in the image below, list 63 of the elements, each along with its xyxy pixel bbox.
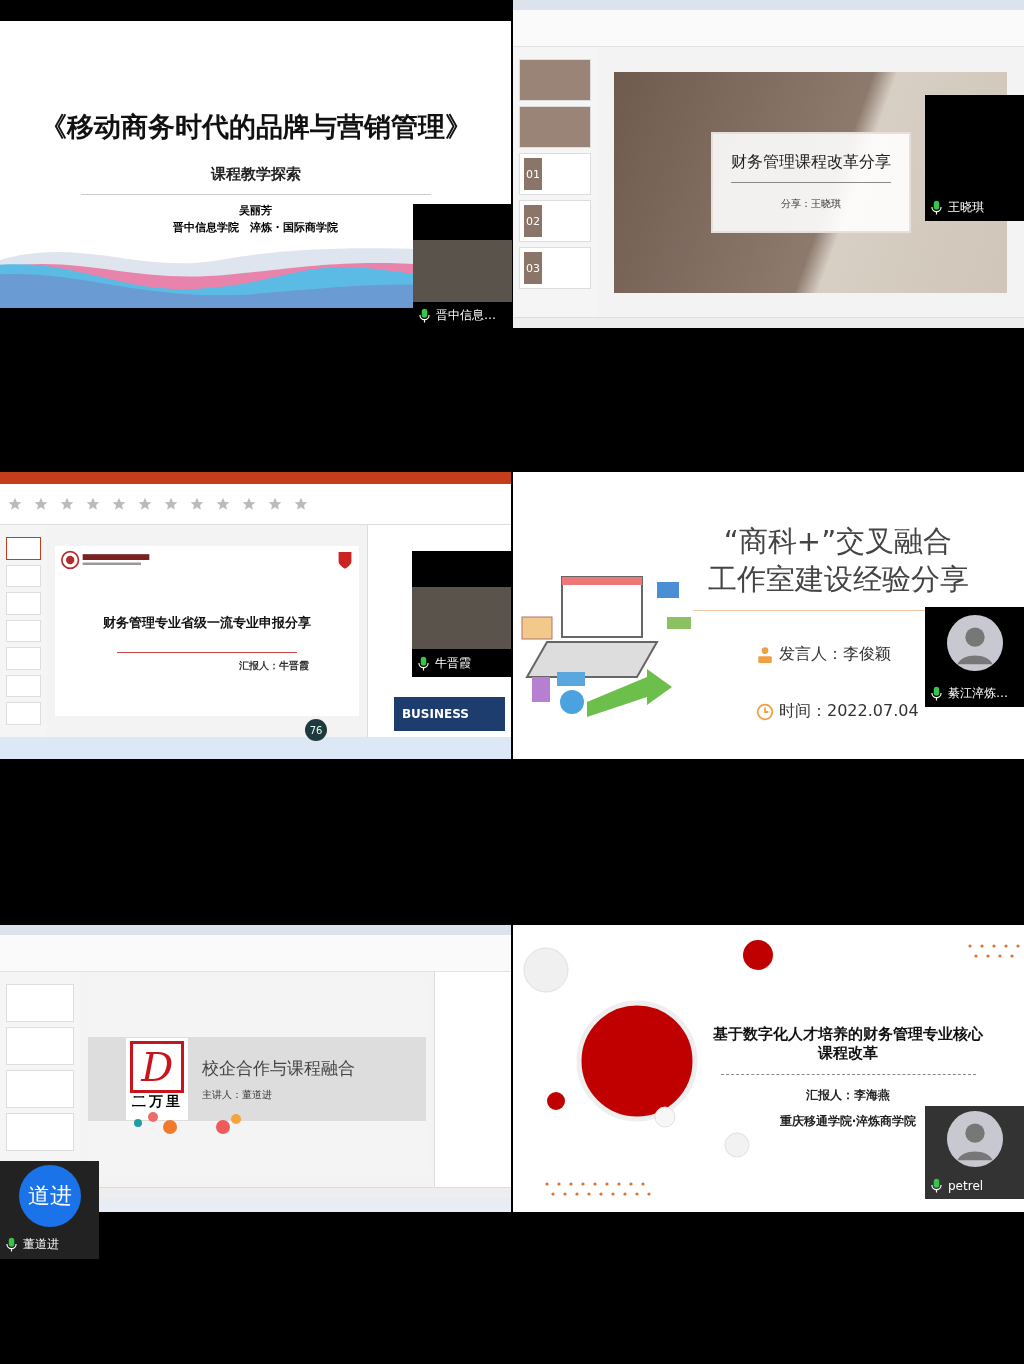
star-icon[interactable] <box>216 497 230 511</box>
star-icon[interactable] <box>34 497 48 511</box>
participant-name: 董道进 <box>23 1236 59 1253</box>
participant-name: 綦江淬炼… <box>948 684 1008 702</box>
microphone-icon <box>931 1178 942 1193</box>
template-thumbnail[interactable]: BUSINESS <box>393 697 505 731</box>
participant-tile[interactable]: petrel <box>925 1105 1024 1199</box>
speed-badge: 76 <box>305 719 327 741</box>
slide-number: 03 <box>524 252 542 284</box>
microphone-icon <box>419 308 430 323</box>
affiliation: 晋中信息学院 淬炼 · 国际商学院 <box>172 219 339 235</box>
affiliation: 重庆移通学院·淬炼商学院 <box>779 1112 917 1130</box>
slide-title: 财务管理专业省级一流专业申报分享 <box>102 614 311 632</box>
initials-avatar: 道进 <box>18 1164 81 1227</box>
slide-thumbnail[interactable]: 02 <box>519 200 591 242</box>
slide-number: 02 <box>524 205 542 237</box>
slide-title: 《移动商务时代的品牌与营销管理》 <box>39 109 472 144</box>
author-name: 吴丽芳 <box>239 202 272 218</box>
star-icon[interactable] <box>86 497 100 511</box>
participant-tile[interactable]: 王晓琪 <box>925 95 1024 221</box>
slide-thumbnail[interactable]: 03 <box>519 247 591 289</box>
date-text: 时间：2022.07.04 <box>779 701 919 722</box>
logo-letter: D <box>130 1041 185 1093</box>
presenter-name: 汇报人：牛晋霞 <box>238 659 309 673</box>
slide-title: 校企合作与课程融合 <box>202 1056 356 1080</box>
participant-name: petrel <box>948 1178 984 1193</box>
presenter-name: 主讲人：董道进 <box>202 1087 274 1102</box>
slide-title: 财务管理课程改革分享 <box>730 151 891 173</box>
shield-icon <box>336 550 353 570</box>
participant-tile[interactable]: 綦江淬炼… <box>925 607 1024 707</box>
microphone-icon <box>418 655 429 671</box>
presenter-name: 汇报人：李海燕 <box>806 1086 890 1104</box>
logo-text: 二万里 <box>131 1093 183 1111</box>
slide-number: 01 <box>524 158 542 190</box>
star-icon[interactable] <box>8 497 22 511</box>
slide-title: 基于数字化人才培养的财务管理专业核心课程改革 <box>713 1024 983 1063</box>
star-icon[interactable] <box>112 497 126 511</box>
star-icon[interactable] <box>268 497 282 511</box>
star-icon[interactable] <box>190 497 204 511</box>
participant-name: 晋中信息… <box>436 307 496 324</box>
presenter-name: 分享：王晓琪 <box>780 196 841 211</box>
speaker-name: 发言人：李俊颖 <box>779 644 891 665</box>
star-icon[interactable] <box>60 497 74 511</box>
star-icon[interactable] <box>164 497 178 511</box>
participant-tile[interactable]: 牛晋霞 <box>412 551 511 677</box>
slide-thumbnail[interactable] <box>6 537 41 560</box>
avatar-icon <box>945 614 1004 672</box>
slide-subtitle: 课程教学探索 <box>210 164 301 184</box>
avatar-icon <box>945 1110 1004 1168</box>
speaker-icon <box>756 645 774 664</box>
star-icon[interactable] <box>294 497 308 511</box>
participant-tile[interactable]: 道进 董道进 <box>0 1160 99 1259</box>
star-icon[interactable] <box>242 497 256 511</box>
slide-title: 工作室建设经验分享 <box>707 561 969 598</box>
slide-thumbnail[interactable]: 01 <box>519 153 591 195</box>
clock-icon <box>756 702 774 721</box>
slide-title: “商科+”交叉融合 <box>723 523 953 560</box>
microphone-icon <box>6 1237 17 1252</box>
participant-name: 牛晋霞 <box>435 654 471 672</box>
microphone-icon <box>931 199 942 215</box>
star-icon[interactable] <box>138 497 152 511</box>
microphone-icon <box>931 685 942 701</box>
participant-name: 王晓琪 <box>948 198 984 216</box>
